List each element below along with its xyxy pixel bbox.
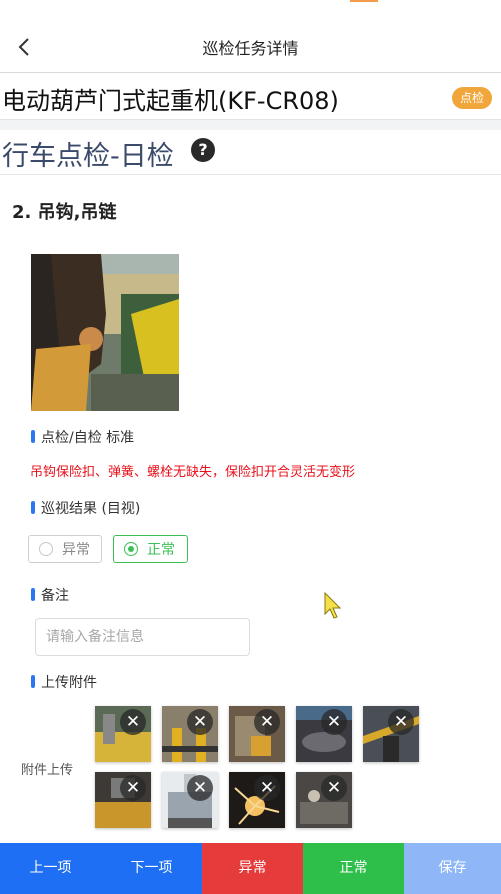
remark-label: 备注 [31,585,69,605]
result-abnormal-radio[interactable]: 异常 [28,535,102,563]
attachment-thumbnail[interactable]: ✕ [95,706,151,762]
delete-icon[interactable]: ✕ [187,709,213,735]
attachment-thumbnail[interactable]: ✕ [162,772,218,828]
prev-item-button[interactable]: 上一项 [0,843,101,894]
section-title: 行车点检-日检 [2,141,174,172]
divider [0,120,501,130]
save-button[interactable]: 保存 [404,843,501,894]
mark-abnormal-button[interactable]: 异常 [202,843,303,894]
attachment-thumbnail[interactable]: ✕ [162,706,218,762]
mark-normal-button[interactable]: 正常 [303,843,404,894]
inspection-type-badge: 点检 [451,87,492,109]
device-row: 电动葫芦门式起重机(KF-CR08) 点检 [0,73,501,120]
standard-label: 点检/自检 标准 [31,427,134,447]
item-title: 2. 吊钩,吊链 [12,202,117,223]
attachment-upload-label: 附件上传 [21,763,74,778]
delete-icon[interactable]: ✕ [187,775,213,801]
attachment-thumbnail[interactable]: ✕ [296,772,352,828]
help-icon[interactable]: ? [191,138,215,162]
nav-bar: 巡检任务详情 [0,22,501,73]
attachments-label: 上传附件 [31,672,97,692]
device-name: 电动葫芦门式起重机(KF-CR08) [2,87,339,115]
result-normal-radio[interactable]: 正常 [113,535,188,563]
delete-icon[interactable]: ✕ [388,709,414,735]
bottom-action-bar: 上一项 下一项 异常 正常 保存 [0,843,501,894]
result-label: 巡视结果 (目视) [31,498,140,518]
attachment-thumbnail[interactable]: ✕ [95,772,151,828]
delete-icon[interactable]: ✕ [254,709,280,735]
page-title: 巡检任务详情 [202,39,299,58]
radio-icon [39,542,53,556]
reference-photo[interactable] [31,254,179,411]
delete-icon[interactable]: ✕ [254,775,280,801]
delete-icon[interactable]: ✕ [120,709,146,735]
radio-checked-icon [124,542,138,556]
next-item-button[interactable]: 下一项 [101,843,202,894]
attachment-thumbnail[interactable]: ✕ [363,706,419,762]
standard-text: 吊钩保险扣、弹簧、螺栓无缺失，保险扣开合灵活无变形 [30,465,356,480]
section-header: 行车点检-日检 ? [0,130,501,175]
status-bar [0,0,501,22]
delete-icon[interactable]: ✕ [321,775,347,801]
radio-label: 正常 [147,542,175,558]
radio-label: 异常 [62,542,90,558]
delete-icon[interactable]: ✕ [120,775,146,801]
status-indicator [350,0,378,2]
mouse-cursor-icon [324,591,344,624]
delete-icon[interactable]: ✕ [321,709,347,735]
attachment-thumbnail[interactable]: ✕ [229,772,285,828]
remark-input[interactable] [35,618,250,656]
attachment-thumbnail[interactable]: ✕ [296,706,352,762]
attachment-thumbnail[interactable]: ✕ [229,706,285,762]
